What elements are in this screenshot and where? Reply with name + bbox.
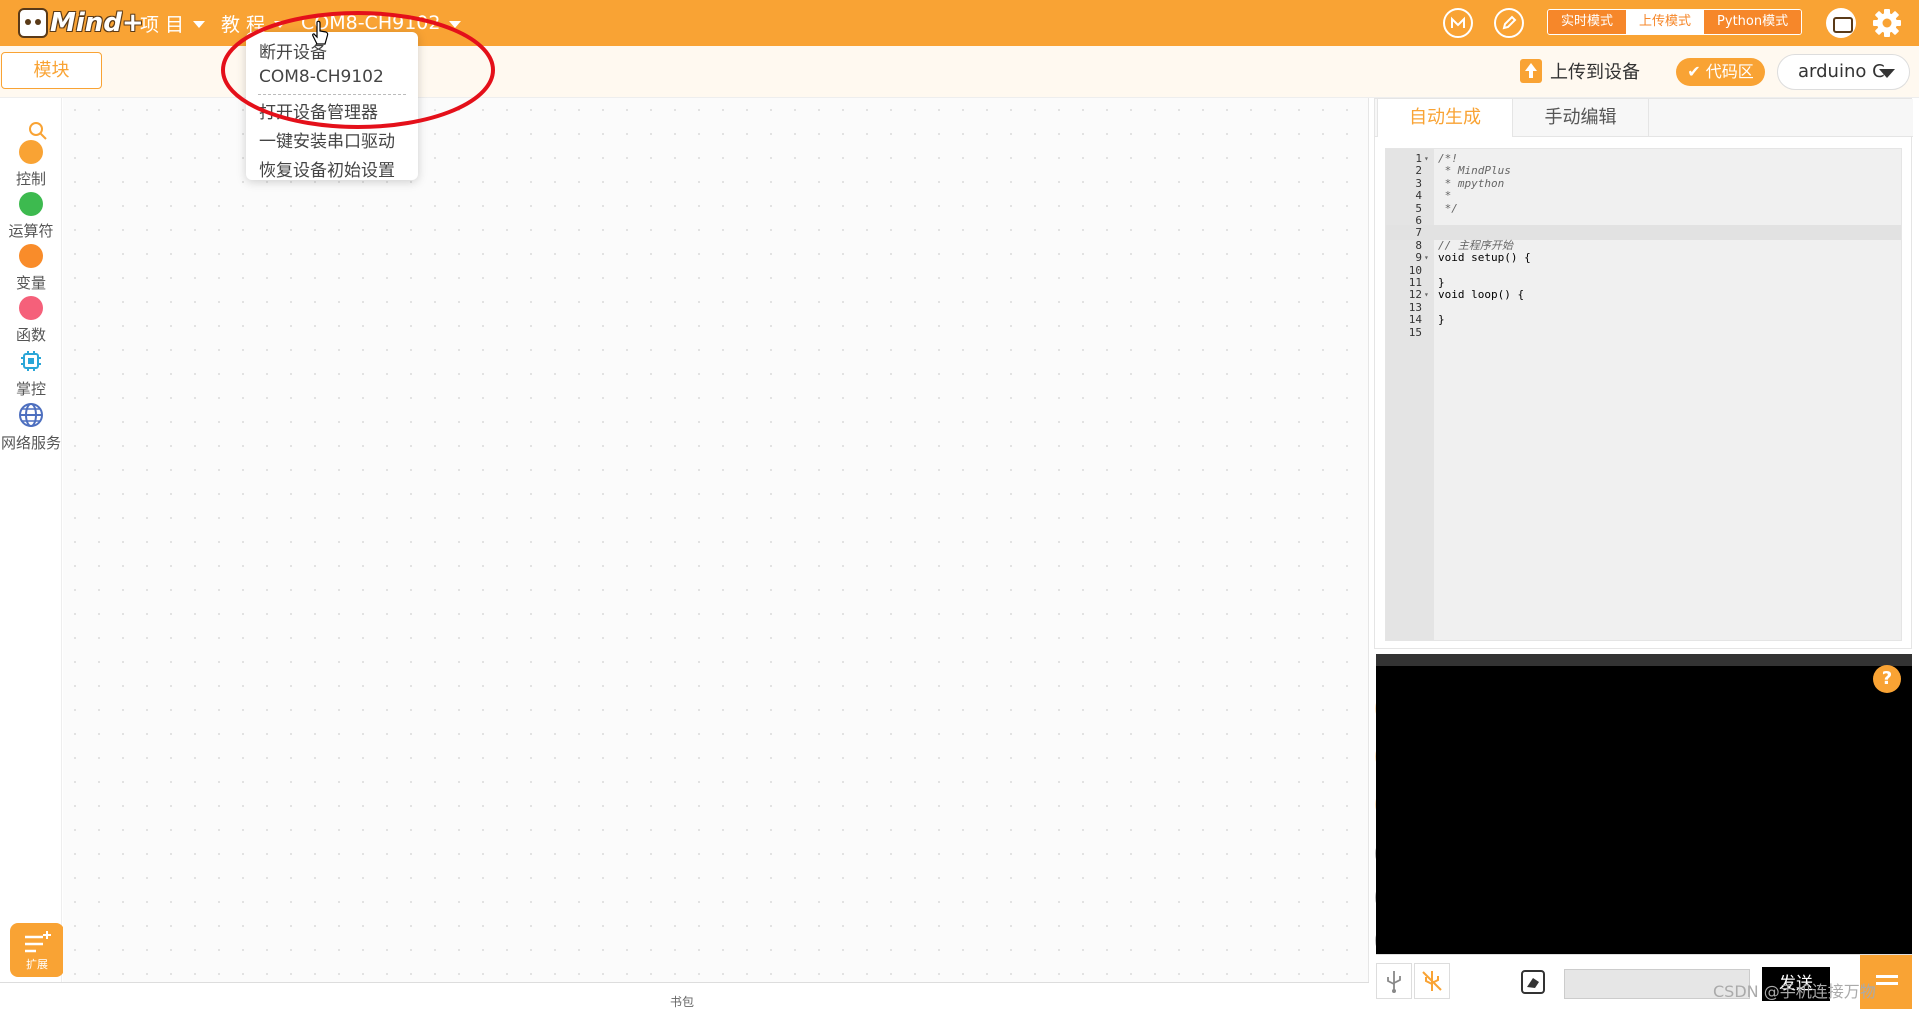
category-mpython[interactable]: 掌控 [0, 348, 62, 399]
bookbag-bar[interactable]: 书包 [0, 982, 1369, 1009]
upload-arrow-icon [1520, 59, 1542, 83]
menu-project-label: 项 目 [140, 13, 185, 36]
hand-cursor-icon [312, 20, 329, 45]
board-select[interactable]: arduino C [1777, 54, 1910, 90]
mode-python-button[interactable]: Python模式 [1704, 10, 1802, 34]
category-sidebar: 控制 运算符 变量 函数 掌控 网络服务 [0, 98, 62, 982]
tab-manual-edit[interactable]: 手动编辑 [1513, 99, 1649, 137]
code-area-label: 代码区 [1705, 62, 1754, 81]
upload-label: 上传到设备 [1550, 62, 1640, 83]
mode-realtime-button[interactable]: 实时模式 [1548, 10, 1627, 34]
bookbag-label: 书包 [670, 995, 695, 1009]
code-tabs: 自动生成 手动编辑 [1375, 99, 1913, 137]
app-logo: Mind+ [18, 5, 144, 41]
extensions-label: 扩展 [26, 958, 48, 971]
sliders-icon [25, 931, 51, 953]
block-workspace[interactable]: ⟲ ⟳ [63, 98, 1408, 982]
chip-icon [19, 348, 43, 374]
usb-connect-button[interactable] [1376, 963, 1412, 999]
code-panel: 自动生成 手动编辑 1 ▾/*! 2 * MindPlus 3 * mpython 4 … [1374, 98, 1913, 649]
code-area-toggle[interactable]: ✔ 代码区 [1676, 58, 1765, 86]
menu-lines-icon [1876, 975, 1898, 978]
tab-auto-generate[interactable]: 自动生成 [1377, 99, 1513, 137]
board-select-value: arduino C [1798, 61, 1885, 82]
category-label: 控制 [15, 170, 46, 188]
user-avatar[interactable] [1826, 8, 1856, 38]
gear-icon[interactable] [1871, 7, 1903, 39]
functions-circle-icon [19, 296, 43, 320]
category-label: 变量 [15, 274, 46, 292]
category-variables[interactable]: 变量 [0, 244, 62, 293]
category-operators[interactable]: 运算符 [0, 192, 62, 241]
category-label: 运算符 [8, 222, 54, 240]
chevron-down-icon [193, 21, 206, 28]
operators-circle-icon [19, 192, 43, 216]
mode-upload-button[interactable]: 上传模式 [1626, 10, 1705, 34]
usb-disconnect-button[interactable] [1414, 963, 1450, 999]
eraser-icon [1521, 970, 1545, 994]
category-control[interactable]: 控制 [0, 140, 62, 189]
code-line[interactable]: 15 [1386, 325, 1901, 340]
menu-item-restore-defaults[interactable]: 恢复设备初始设置 [259, 156, 395, 181]
category-label: 掌控 [15, 380, 46, 398]
upload-to-device-button[interactable]: 上传到设备 [1520, 56, 1640, 86]
control-circle-icon [19, 140, 43, 164]
check-icon: ✔ [1687, 62, 1701, 81]
highlight-ellipse [221, 11, 495, 129]
logo-text: Mind+ [50, 8, 144, 38]
clear-output-button[interactable] [1514, 963, 1550, 999]
feedback-edit-icon[interactable] [1494, 8, 1524, 38]
tab-blocks[interactable]: 模块 [1, 52, 102, 89]
robot-logo-icon [18, 8, 48, 38]
menu-project[interactable]: 项 目 [140, 0, 206, 46]
chevron-down-icon [1879, 69, 1895, 78]
line-number: 15 [1408, 325, 1422, 339]
extensions-button[interactable]: 扩展 [10, 923, 64, 977]
category-network[interactable]: 网络服务 [0, 402, 62, 453]
category-label: 网络服务 [0, 434, 61, 452]
category-functions[interactable]: 函数 [0, 296, 62, 345]
help-button[interactable]: ? [1873, 665, 1901, 693]
mode-switcher: 实时模式 上传模式 Python模式 [1547, 9, 1803, 35]
usb-orange-icon [1422, 971, 1442, 991]
serial-monitor[interactable] [1376, 654, 1912, 954]
mindplus-community-icon[interactable] [1443, 8, 1473, 38]
category-label: 函数 [15, 326, 46, 344]
usb-icon [1387, 971, 1401, 993]
code-editor[interactable]: 1 ▾/*! 2 * MindPlus 3 * mpython 4 * 5 */6 7 8//… [1385, 148, 1902, 641]
menu-lines-icon [1876, 982, 1898, 985]
watermark: CSDN @手机连接万物 [1713, 982, 1876, 1001]
variables-circle-icon [19, 244, 43, 268]
globe-icon [18, 402, 44, 428]
